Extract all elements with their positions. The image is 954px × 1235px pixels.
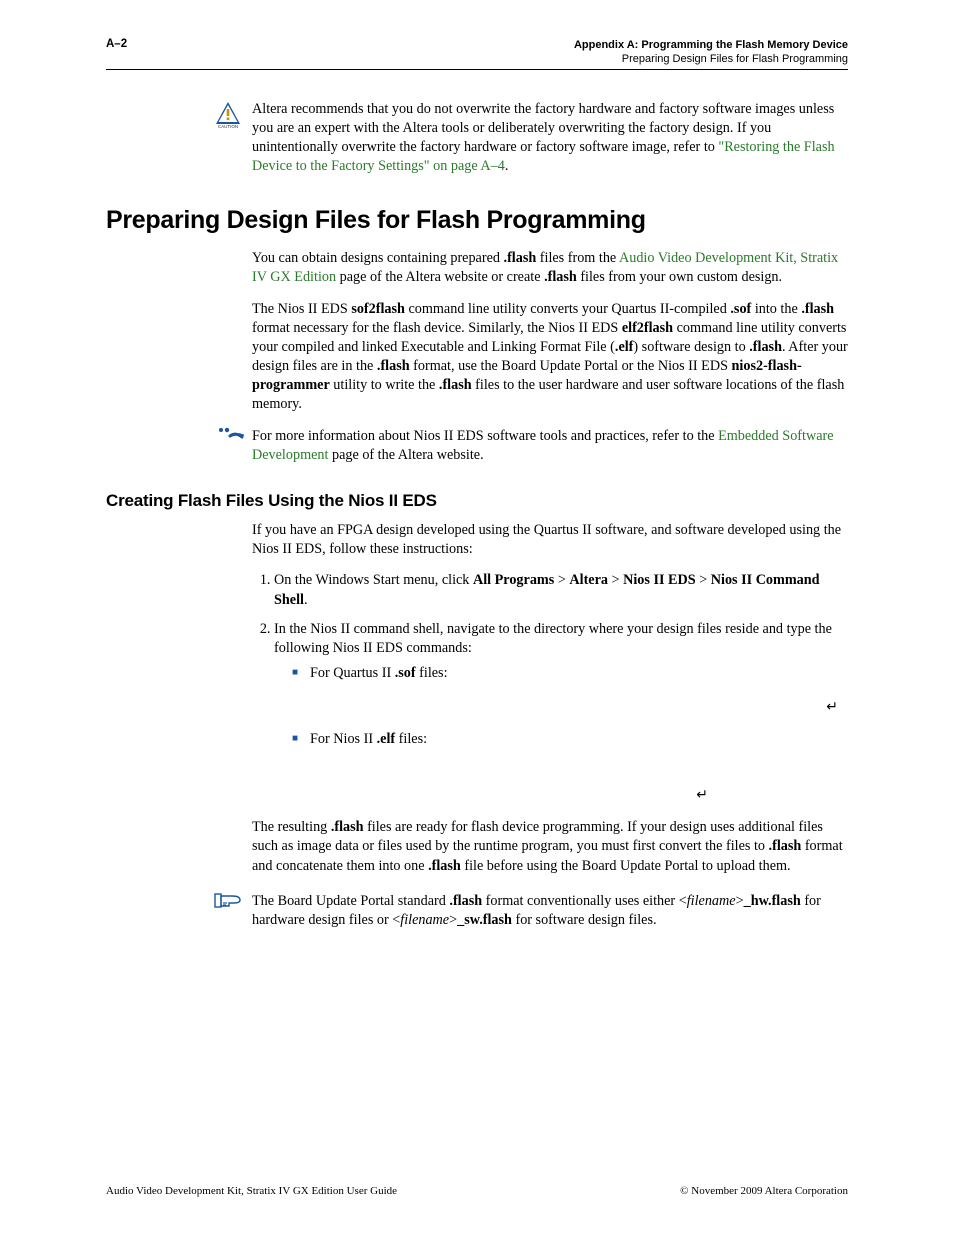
page-header: A–2 Appendix A: Programming the Flash Me… [106,38,848,70]
subsection-intro: If you have an FPGA design developed usi… [252,521,848,559]
caution-block: CAUTION Altera recommends that you do no… [106,100,848,177]
header-line2: Preparing Design Files for Flash Program… [574,52,848,66]
bullet-elf: For Nios II .elf files: [292,730,848,749]
subsection-heading: Creating Flash Files Using the Nios II E… [106,491,848,511]
hand-point-icon [214,892,244,915]
caution-icon: CAUTION [214,100,242,128]
header-title: Appendix A: Programming the Flash Memory… [574,38,848,67]
header-line1: Appendix A: Programming the Flash Memory… [574,38,848,52]
bullet-list-2: For Nios II .elf files: [274,730,848,749]
return-symbol-1: ↵ [274,699,838,718]
info-block: For more information about Nios II EDS s… [106,427,848,465]
note-block: The Board Update Portal standard .flash … [106,892,848,930]
section-p2: The Nios II EDS sof2flash command line u… [252,300,848,415]
footer-right: © November 2009 Altera Corporation [680,1185,848,1197]
bullet-list: For Quartus II .sof files: [274,664,848,683]
page-number: A–2 [106,38,127,50]
section-p1: You can obtain designs containing prepar… [252,249,848,287]
info-text: For more information about Nios II EDS s… [252,427,848,465]
footer-left: Audio Video Development Kit, Stratix IV … [106,1185,397,1197]
step-2: In the Nios II command shell, navigate t… [274,620,848,806]
result-text: The resulting .flash files are ready for… [252,818,848,876]
svg-text:CAUTION: CAUTION [218,124,238,128]
page-footer: Audio Video Development Kit, Stratix IV … [106,1185,848,1197]
section-heading: Preparing Design Files for Flash Program… [106,206,848,235]
step-1: On the Windows Start menu, click All Pro… [274,571,848,609]
steps-list: On the Windows Start menu, click All Pro… [252,571,848,806]
return-symbol-2: ↵ [274,787,708,806]
note-text: The Board Update Portal standard .flash … [252,892,848,930]
bullet-sof: For Quartus II .sof files: [292,664,848,683]
info-icon [218,427,244,446]
caution-text: Altera recommends that you do not overwr… [252,100,848,177]
